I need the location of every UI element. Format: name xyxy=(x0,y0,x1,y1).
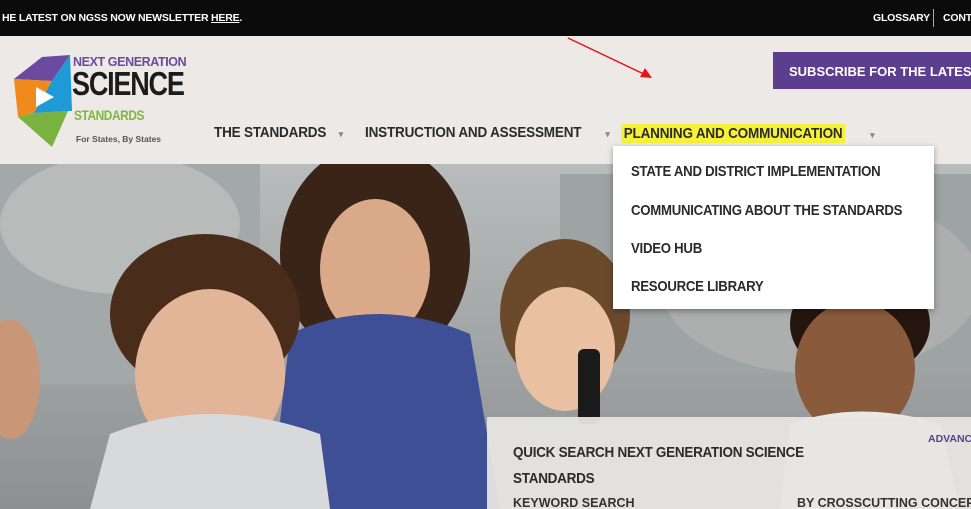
logo-line-3: STANDARDS xyxy=(74,107,145,123)
logo-line-2: SCIENCE xyxy=(72,65,185,102)
nav-planning-label: PLANNING AND COMMUNICATION xyxy=(621,124,846,143)
planning-dropdown-menu: STATE AND DISTRICT IMPLEMENTATION COMMUN… xyxy=(613,146,934,309)
dropdown-item-resource-library[interactable]: RESOURCE LIBRARY xyxy=(631,278,782,295)
chevron-down-icon: ▾ xyxy=(338,129,344,139)
newsletter-banner: HE LATEST ON NGSS NOW NEWSLETTER HERE. xyxy=(2,12,242,24)
dropdown-item-communicating[interactable]: COMMUNICATING ABOUT THE STANDARDS xyxy=(631,202,939,219)
newsletter-text: HE LATEST ON NGSS NOW NEWSLETTER xyxy=(2,12,209,24)
newsletter-period: . xyxy=(239,12,243,24)
advanced-search-link[interactable]: ADVANC xyxy=(928,433,971,445)
contact-link[interactable]: CONT xyxy=(943,12,971,24)
nav-the-standards[interactable]: THE STANDARDS ▾ xyxy=(214,124,343,141)
dropdown-item-state-district[interactable]: STATE AND DISTRICT IMPLEMENTATION xyxy=(631,163,914,180)
nav-planning-and-communication[interactable]: PLANNING AND COMMUNICATION ▾ xyxy=(621,124,875,143)
nav-the-standards-label: THE STANDARDS xyxy=(214,124,327,141)
quick-search-title: QUICK SEARCH NEXT GENERATION SCIENCE STA… xyxy=(513,444,804,487)
top-bar: HE LATEST ON NGSS NOW NEWSLETTER HERE. G… xyxy=(0,0,971,36)
logo-mark-icon xyxy=(14,55,72,147)
annotation-arrow-icon xyxy=(567,37,652,78)
subscribe-button[interactable]: SUBSCRIBE FOR THE LATEST xyxy=(773,52,971,89)
dropdown-item-video-hub[interactable]: VIDEO HUB xyxy=(631,240,712,257)
newsletter-link[interactable]: HERE xyxy=(211,12,240,24)
ngss-logo[interactable]: NEXT GENERATION SCIENCE STANDARDS For St… xyxy=(12,51,187,151)
logo-tagline: For States, By States xyxy=(76,134,162,144)
chevron-down-icon: ▾ xyxy=(605,129,610,139)
nav-instruction-and-assessment[interactable]: INSTRUCTION AND ASSESSMENT ▾ xyxy=(365,124,610,141)
nav-instruction-label: INSTRUCTION AND ASSESSMENT xyxy=(365,124,582,141)
glossary-link[interactable]: GLOSSARY xyxy=(873,12,930,24)
keyword-search-label: KEYWORD SEARCH xyxy=(513,496,635,509)
topbar-divider xyxy=(933,9,934,27)
crosscutting-label: BY CROSSCUTTING CONCEP xyxy=(797,496,971,509)
chevron-down-icon: ▾ xyxy=(870,130,875,140)
